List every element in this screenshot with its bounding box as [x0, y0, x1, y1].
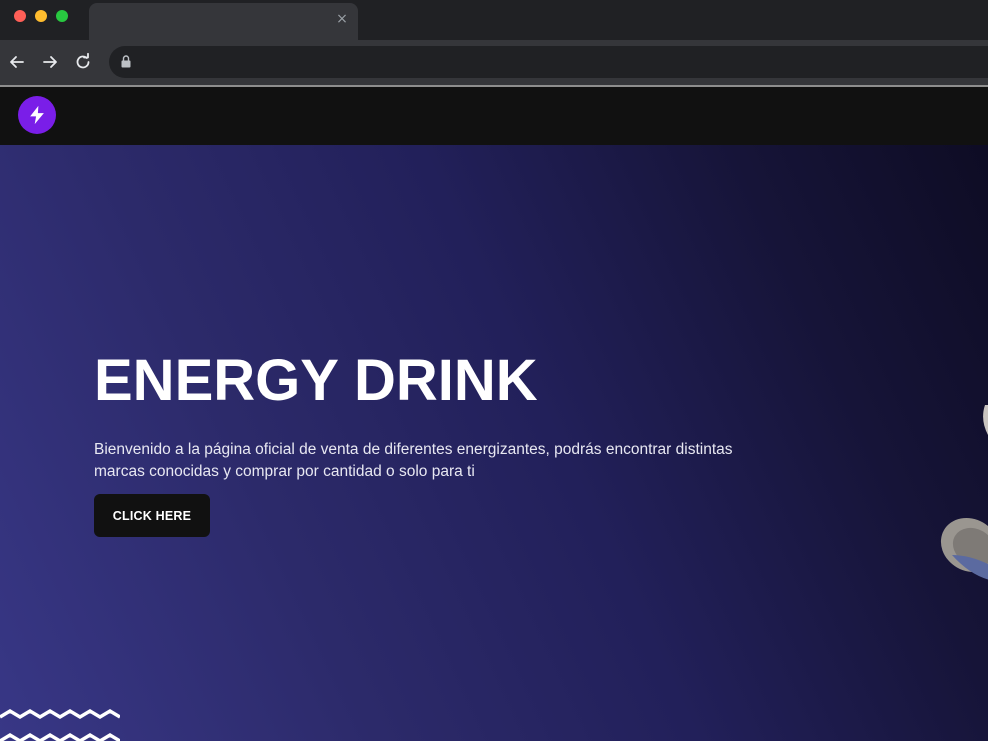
site-logo[interactable] [18, 96, 56, 134]
reload-icon[interactable] [73, 52, 93, 72]
site-header [0, 87, 988, 145]
zigzag-decoration [0, 708, 120, 741]
minimize-window-button[interactable] [35, 10, 47, 22]
energy-can-image [940, 405, 988, 580]
lightning-bolt-icon [30, 105, 44, 125]
browser-tab-bar: × [0, 0, 988, 40]
browser-toolbar [0, 40, 988, 85]
close-window-button[interactable] [14, 10, 26, 22]
hero-section: ENERGY DRINK Bienvenido a la página ofic… [0, 145, 988, 741]
address-bar[interactable] [109, 46, 988, 78]
close-icon[interactable]: × [336, 12, 348, 26]
lock-icon [121, 55, 131, 68]
arrow-left-icon[interactable] [7, 52, 27, 72]
hero-description: Bienvenido a la página oficial de venta … [94, 441, 733, 480]
arrow-right-icon[interactable] [40, 52, 60, 72]
click-here-button[interactable]: CLICK HERE [94, 494, 210, 537]
hero-title: ENERGY DRINK [94, 348, 538, 413]
maximize-window-button[interactable] [56, 10, 68, 22]
browser-tab[interactable]: × [89, 3, 358, 40]
